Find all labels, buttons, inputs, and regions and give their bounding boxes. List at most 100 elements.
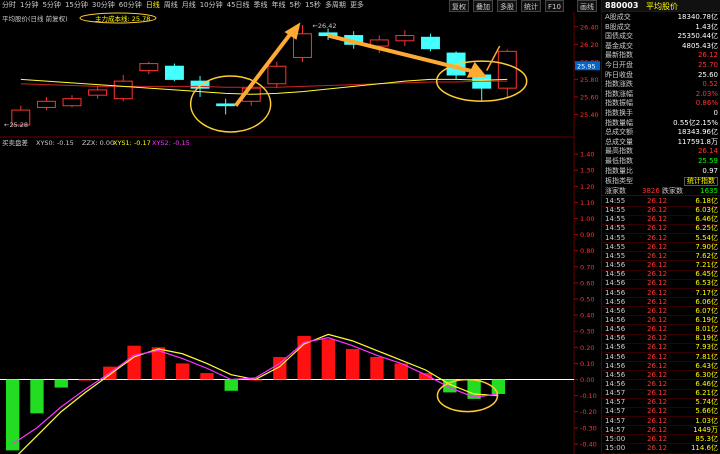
period-tab[interactable]: 年线	[270, 0, 288, 11]
stat-value: 4805.43亿	[682, 41, 718, 50]
period-tab[interactable]: 周线	[162, 0, 180, 11]
period-tab[interactable]: 更多	[348, 0, 366, 11]
period-tab[interactable]: 60分钟	[117, 0, 144, 11]
tick-row: 14:56 26.12 6.43亿	[602, 362, 720, 372]
period-tab[interactable]: 日线	[144, 0, 162, 11]
xys1-label: XYS1: -0.17	[113, 139, 151, 147]
candle-body	[139, 63, 159, 72]
stat-label: 总成交量	[605, 137, 633, 146]
tick-row: 14:57 26.12 5.66亿	[602, 407, 720, 417]
stock-code: 880003	[605, 1, 639, 10]
high-label: ←26.42	[312, 22, 336, 30]
stat-value: 2.03%	[695, 89, 718, 98]
toolbar-button[interactable]: 叠加	[473, 0, 493, 12]
arrow-shaft	[486, 45, 501, 71]
period-tab[interactable]: 10分钟	[198, 0, 225, 11]
tick-time: 14:56	[605, 288, 626, 297]
tick-price: 26.12	[647, 206, 668, 215]
histogram-bar	[370, 356, 384, 380]
stat-label: 指数涨幅	[605, 89, 633, 98]
tick-time: 14:56	[605, 325, 626, 334]
tick-time: 14:56	[605, 361, 626, 370]
chart-area: 平均股价(日线 前复权)主力成本线: 25.7826.4026.2026.002…	[0, 12, 600, 454]
stat-value: 1.43亿	[695, 22, 718, 31]
current-price-label: 25.95	[577, 63, 596, 71]
y-tick-label: 25.80	[580, 76, 599, 84]
toolbar-button[interactable]: F10	[545, 0, 564, 12]
tick-price: 26.12	[647, 297, 668, 306]
tick-volume: 7.17亿	[695, 288, 718, 297]
period-tab[interactable]: 5秒	[288, 0, 303, 11]
tick-volume: 6.43亿	[695, 361, 718, 370]
stat-label: 国债成交	[605, 32, 633, 41]
tick-volume: 6.30亿	[695, 370, 718, 379]
tick-price: 26.12	[647, 215, 668, 224]
tick-volume: 5.54亿	[695, 233, 718, 242]
tick-row: 14:56 26.12 6.30亿	[602, 371, 720, 381]
toolbar-button[interactable]: 多股	[497, 0, 517, 12]
period-tab[interactable]: 1分钟	[18, 0, 40, 11]
tick-price: 26.12	[647, 224, 668, 233]
tick-price: 26.12	[647, 242, 668, 251]
stat-label: 昨日收盘	[605, 70, 633, 79]
period-tab[interactable]: 5分钟	[40, 0, 62, 11]
candle-body	[164, 65, 184, 80]
period-tab[interactable]: 15秒	[303, 0, 323, 11]
y-tick-label: 25.40	[580, 111, 599, 119]
stat-value: 117591.8万	[677, 137, 718, 146]
period-tab[interactable]: 月线	[180, 0, 198, 11]
toolbar-button[interactable]: 复权	[449, 0, 469, 12]
stat-row: 指数涨幅 2.03%	[602, 90, 720, 99]
stat-value: 0.55亿2.15%	[673, 118, 718, 127]
tick-row: 14:56 26.12 7.17亿	[602, 288, 720, 298]
period-tab[interactable]: 15分钟	[63, 0, 90, 11]
candle-body	[88, 89, 108, 96]
type-value[interactable]: 统计指数	[684, 177, 718, 186]
histogram-bar	[127, 345, 141, 380]
histogram-bar	[6, 379, 20, 451]
tick-volume: 1.03亿	[695, 416, 718, 425]
tick-time: 14:56	[605, 315, 626, 324]
tick-price: 26.12	[647, 352, 668, 361]
stat-label: 指数量幅	[605, 118, 633, 127]
y-tick-label: 0.60	[580, 279, 594, 287]
toolbar-button[interactable]: 画线	[577, 0, 597, 12]
period-tab[interactable]: 30分钟	[90, 0, 117, 11]
tick-time: 14:55	[605, 197, 626, 205]
period-tab[interactable]: 45日线	[225, 0, 252, 11]
period-tab[interactable]: 季线	[252, 0, 270, 11]
histogram-bar	[78, 379, 93, 381]
tick-price: 26.12	[647, 398, 668, 407]
tick-price: 26.12	[647, 233, 668, 242]
tick-volume: 7.93亿	[695, 343, 718, 352]
histogram-bar	[346, 348, 360, 380]
stat-row: 总成交额 18343.96亿	[602, 128, 720, 137]
tick-volume: 6.53亿	[695, 279, 718, 288]
tick-time: 14:57	[605, 389, 626, 398]
stat-label: 指数换手	[605, 109, 633, 117]
stat-value: 0	[713, 109, 718, 117]
toolbar-button[interactable]: 统计	[521, 0, 541, 12]
tick-time: 14:57	[605, 416, 626, 425]
y-tick-label: 0.90	[580, 231, 594, 239]
tick-price: 26.12	[647, 407, 668, 416]
tick-row: 14:56 26.12 7.93亿	[602, 343, 720, 353]
tick-price: 26.12	[647, 334, 668, 343]
candle-body	[216, 103, 236, 107]
tick-time: 14:57	[605, 398, 626, 407]
period-tab[interactable]: 分时	[0, 0, 18, 11]
period-tab[interactable]: 多周期	[323, 0, 348, 11]
tick-price: 26.12	[647, 425, 668, 434]
y-tick-label: 0.00	[580, 376, 594, 384]
chart-info: 平均股价(日线 前复权)	[2, 14, 68, 23]
tick-row: 14:56 26.12 6.07亿	[602, 307, 720, 317]
tick-volume: 7.90亿	[695, 242, 718, 251]
tick-price: 26.12	[647, 361, 668, 370]
stat-value: 25.59	[697, 157, 718, 165]
quote-panel: 880003 平均股价 A股成交 18340.78亿 B股成交 1.43亿 国债成交 25…	[601, 0, 720, 454]
candle-body	[267, 65, 287, 85]
up-label: 涨家数	[605, 187, 626, 195]
tick-volume: 1449万	[693, 425, 718, 434]
stat-row: B股成交 1.43亿	[602, 23, 720, 32]
tick-volume: 7.62亿	[695, 251, 718, 260]
